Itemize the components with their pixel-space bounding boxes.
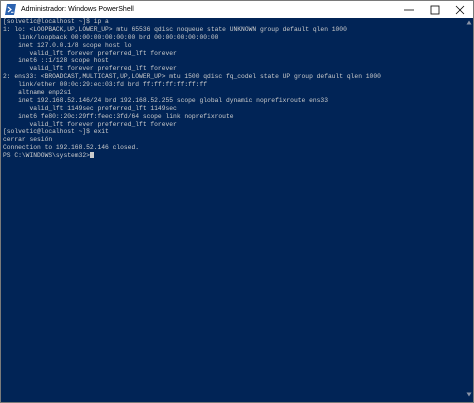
maximize-button[interactable] <box>422 1 448 18</box>
terminal-line: altname enp2s1 <box>3 89 72 97</box>
terminal-line: cerrar sesión <box>3 136 53 144</box>
terminal-line: valid_lft forever preferred_lft forever <box>3 49 177 57</box>
maximize-icon <box>430 5 440 15</box>
scroll-up-arrow-icon[interactable] <box>466 20 472 25</box>
terminal-output[interactable]: [solvetic@localhost ~]$ ip a 1: lo: <LOO… <box>3 18 463 402</box>
powershell-icon[interactable] <box>5 4 16 15</box>
terminal-line: [solvetic@localhost ~]$ ip a <box>3 18 109 25</box>
terminal-line: valid_lft forever preferred_lft forever <box>3 65 177 73</box>
terminal-prompt-line[interactable]: PS C:\WINDOWS\system32> <box>3 152 463 160</box>
prompt-text: PS C:\WINDOWS\system32> <box>3 152 90 160</box>
terminal-line: Connection to 192.168.52.146 closed. <box>3 144 140 152</box>
terminal-line: link/ether 00:0c:29:ec:03:fd brd ff:ff:f… <box>3 81 208 89</box>
window-title: Administrador: Windows PowerShell <box>21 6 134 13</box>
minimize-button[interactable] <box>396 1 422 18</box>
title-bar[interactable]: Administrador: Windows PowerShell <box>1 1 473 18</box>
scroll-down-arrow-icon[interactable] <box>466 392 472 397</box>
terminal-line: inet 192.168.52.146/24 brd 192.168.52.25… <box>3 96 328 104</box>
terminal-line: inet6 ::1/128 scope host <box>3 57 109 65</box>
terminal-line: inet 127.0.0.1/8 scope host lo <box>3 41 132 49</box>
text-cursor <box>89 152 94 159</box>
close-button[interactable] <box>447 1 473 18</box>
terminal-line: inet6 fe80::20c:29ff:feec:3fd/64 scope l… <box>3 112 234 120</box>
minimize-icon <box>404 9 414 11</box>
terminal-line: valid_lft 1149sec preferred_lft 1149sec <box>3 104 177 112</box>
vertical-scrollbar[interactable] <box>465 18 473 402</box>
terminal-line: [solvetic@localhost ~]$ exit <box>3 128 109 136</box>
powershell-window: Administrador: Windows PowerShell [solve… <box>0 0 474 403</box>
terminal-line: 1: lo: <LOOPBACK,UP,LOWER_UP> mtu 65536 … <box>3 25 347 33</box>
terminal-line: 2: ens33: <BROADCAST,MULTICAST,UP,LOWER_… <box>3 73 381 81</box>
terminal-line: link/loopback 00:00:00:00:00:00 brd 00:0… <box>3 33 219 41</box>
close-icon <box>455 5 465 15</box>
terminal-line: valid_lft forever preferred_lft forever <box>3 120 177 128</box>
